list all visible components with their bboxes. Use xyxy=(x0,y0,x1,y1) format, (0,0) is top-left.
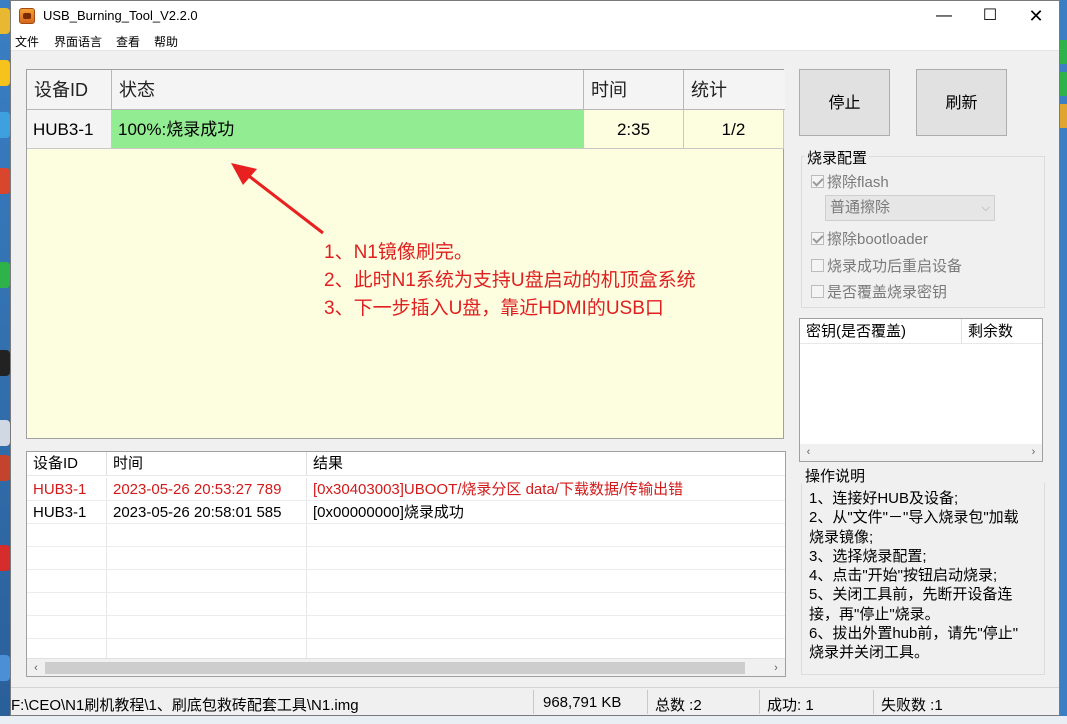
app-icon xyxy=(19,8,35,24)
log-device: HUB3-1 xyxy=(27,478,107,501)
log-header-time[interactable]: 时间 xyxy=(107,452,307,476)
annotation-arrow xyxy=(231,163,324,235)
header-device-id[interactable]: 设备ID xyxy=(27,70,112,110)
status-image-size: 968,791 KB xyxy=(543,694,622,711)
log-horizontal-scrollbar[interactable]: ‹ › xyxy=(27,658,785,676)
chevron-down-icon: ⌵ xyxy=(981,202,990,214)
status-cell: 100%:烧录成功 xyxy=(112,110,584,149)
maximize-button[interactable]: ☐ xyxy=(967,1,1013,31)
annotation-line-2: 2、此时N1系统为支持U盘启动的机顶盒系统 xyxy=(324,270,696,291)
checkbox-checked-icon xyxy=(811,232,824,245)
key-list: 密钥(是否覆盖) 剩余数 ‹ › xyxy=(799,318,1043,462)
log-result: [0x30403003]UBOOT/烧录分区 data/下载数据/传输出错 xyxy=(307,478,785,501)
key-horizontal-scrollbar[interactable]: ‹ › xyxy=(800,444,1042,461)
device-id-cell: HUB3-1 xyxy=(27,110,112,149)
desktop-icon xyxy=(0,168,10,194)
title-bar: USB_Burning_Tool_V2.2.0 — ☐ ✕ xyxy=(11,1,1059,31)
grid-header: 设备ID 状态 时间 统计 xyxy=(27,70,785,110)
log-empty-row xyxy=(27,547,785,570)
reboot-after-checkbox[interactable]: 烧录成功后重启设备 xyxy=(811,255,962,275)
device-row[interactable]: HUB3-1 100%:烧录成功 2:35 1/2 xyxy=(27,110,784,149)
checkbox-checked-icon xyxy=(811,175,824,188)
scroll-left-icon[interactable]: ‹ xyxy=(800,444,817,461)
log-time: 2023-05-26 20:58:01 585 xyxy=(107,501,307,524)
checkbox-unchecked-icon xyxy=(811,259,824,272)
window-title: USB_Burning_Tool_V2.2.0 xyxy=(43,8,198,23)
minimize-button[interactable]: — xyxy=(921,1,967,31)
status-image-path: F:\CEO\N1刷机教程\1、刷底包救砖配套工具\N1.img xyxy=(11,697,359,714)
count-cell: 1/2 xyxy=(684,110,784,149)
desktop-left-strip xyxy=(0,0,10,724)
log-row[interactable]: HUB3-1 2023-05-26 20:53:27 789 [0x304030… xyxy=(27,478,785,501)
erase-bootloader-checkbox[interactable]: 擦除bootloader xyxy=(811,228,928,248)
desktop-icon xyxy=(0,262,10,288)
log-header-device[interactable]: 设备ID xyxy=(27,452,107,476)
desktop-icon xyxy=(0,8,10,34)
overwrite-key-checkbox[interactable]: 是否覆盖烧录密钥 xyxy=(811,281,947,301)
desktop-icon xyxy=(1059,72,1067,96)
log-empty-row xyxy=(27,570,785,593)
log-result: [0x00000000]烧录成功 xyxy=(307,501,785,524)
key-header-name[interactable]: 密钥(是否覆盖) xyxy=(800,319,962,344)
desktop-icon xyxy=(0,655,10,681)
desktop-icon xyxy=(0,60,10,86)
desktop-icon xyxy=(0,455,10,481)
header-count[interactable]: 统计 xyxy=(684,70,785,110)
desktop-icon xyxy=(0,420,10,446)
status-success: 成功: 1 xyxy=(767,697,814,714)
config-group-label: 烧录配置 xyxy=(805,147,870,168)
log-time: 2023-05-26 20:53:27 789 xyxy=(107,478,307,501)
erase-flash-checkbox[interactable]: 擦除flash xyxy=(811,171,889,191)
log-row[interactable]: HUB3-1 2023-05-26 20:58:01 585 [0x000000… xyxy=(27,501,785,524)
instructions-text: 1、连接好HUB及设备; 2、从"文件"－"导入烧录包"加载 烧录镜像; 3、选… xyxy=(809,490,1019,662)
menu-view[interactable]: 查看 xyxy=(116,33,140,50)
annotation-line-1: 1、N1镜像刷完。 xyxy=(324,242,473,263)
close-button[interactable]: ✕ xyxy=(1013,1,1059,31)
desktop-icon xyxy=(1059,40,1067,64)
scroll-right-icon[interactable]: › xyxy=(767,659,785,676)
status-bar: F:\CEO\N1刷机教程\1、刷底包救砖配套工具\N1.img 968,791… xyxy=(11,687,1059,715)
desktop-right-strip xyxy=(1059,0,1067,724)
desktop-icon xyxy=(0,545,10,571)
log-empty-row xyxy=(27,593,785,616)
status-total: 总数 :2 xyxy=(655,697,702,714)
menu-language[interactable]: 界面语言 xyxy=(54,33,102,50)
checkbox-unchecked-icon xyxy=(811,285,824,298)
key-header-remaining[interactable]: 剩余数 xyxy=(962,319,1042,344)
desktop-icon xyxy=(0,112,10,138)
refresh-button[interactable]: 刷新 xyxy=(916,69,1007,136)
app-window: USB_Burning_Tool_V2.2.0 — ☐ ✕ 文件 界面语言 查看… xyxy=(10,0,1060,716)
log-empty-row xyxy=(27,616,785,639)
desktop-icon xyxy=(1059,104,1067,128)
annotation-text: 1、N1镜像刷完。 2、此时N1系统为支持U盘启动的机顶盒系统 3、下一步插入U… xyxy=(324,239,696,323)
status-fail: 失败数 :1 xyxy=(881,697,943,714)
scroll-thumb[interactable] xyxy=(45,662,745,674)
menu-bar: 文件 界面语言 查看 帮助 xyxy=(11,31,1059,51)
desktop-icon xyxy=(0,350,10,376)
time-cell: 2:35 xyxy=(584,110,684,149)
stop-button[interactable]: 停止 xyxy=(799,69,890,136)
annotation-line-3: 3、下一步插入U盘，靠近HDMI的USB口 xyxy=(324,298,664,319)
menu-file[interactable]: 文件 xyxy=(15,33,39,50)
log-header-result[interactable]: 结果 xyxy=(307,452,785,476)
taskbar xyxy=(0,716,1067,724)
log-list: 设备ID 时间 结果 HUB3-1 2023-05-26 20:53:27 78… xyxy=(26,451,786,677)
scroll-right-icon[interactable]: › xyxy=(1025,444,1042,461)
erase-mode-select[interactable]: 普通擦除 ⌵ xyxy=(825,195,995,221)
log-empty-row xyxy=(27,524,785,547)
log-device: HUB3-1 xyxy=(27,501,107,524)
header-time[interactable]: 时间 xyxy=(584,70,684,110)
menu-help[interactable]: 帮助 xyxy=(154,33,178,50)
header-status[interactable]: 状态 xyxy=(112,70,584,110)
scroll-left-icon[interactable]: ‹ xyxy=(27,659,45,676)
